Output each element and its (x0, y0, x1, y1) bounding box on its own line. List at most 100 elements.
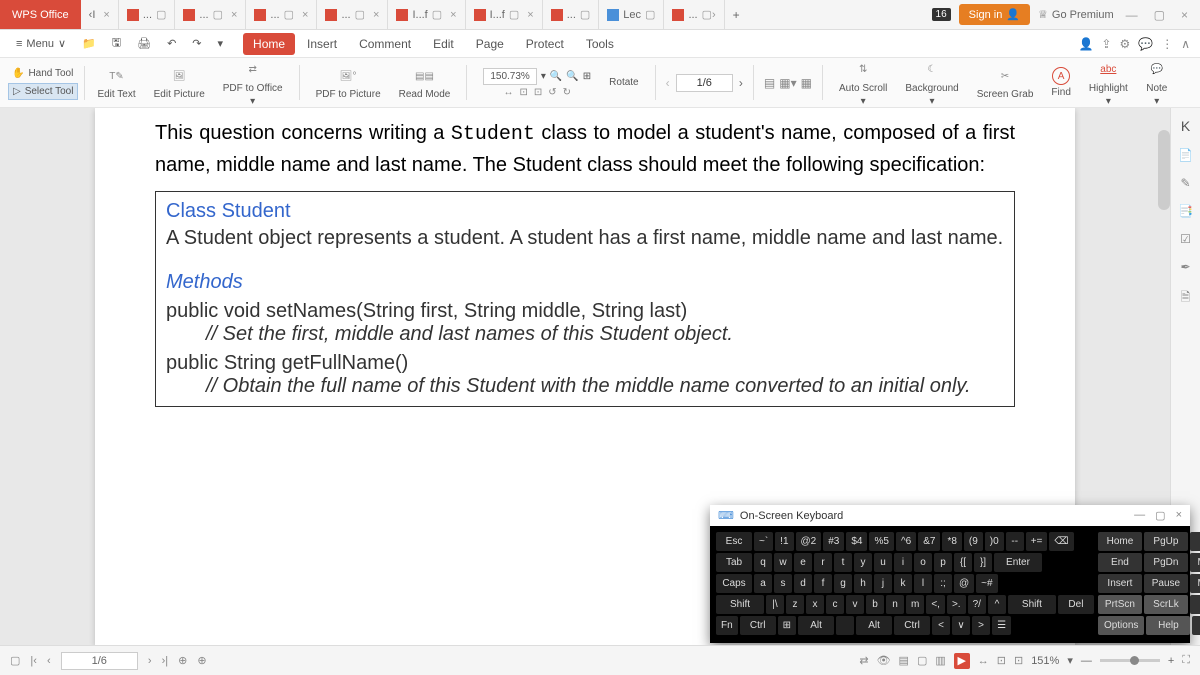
collapse-icon[interactable]: ∧ (1181, 37, 1190, 51)
auto-scroll-button[interactable]: ⇅Auto Scroll ▾ (833, 59, 893, 107)
key-d[interactable]: d (794, 574, 812, 593)
zoom-out-button[interactable]: — (1081, 655, 1092, 667)
tab-tools[interactable]: Tools (576, 33, 624, 55)
rail-icon[interactable]: 📄 (1178, 148, 1193, 162)
key-end[interactable]: End (1098, 553, 1142, 572)
key-fade[interactable]: Fade (1192, 616, 1200, 635)
key-@2[interactable]: @2 (796, 532, 822, 551)
key-⌫[interactable]: ⌫ (1049, 532, 1073, 551)
play-button[interactable]: ▶ (954, 653, 970, 669)
fit-icon[interactable]: ⊞ (583, 71, 591, 82)
nav-icon[interactable]: ⊕ (178, 654, 187, 667)
rotate-left-icon[interactable]: ↺ (548, 87, 556, 98)
note-button[interactable]: 💬Note ▾ (1140, 59, 1174, 107)
doc-tab[interactable]: I...f▢× (466, 0, 543, 29)
key-a[interactable]: a (754, 574, 772, 593)
app-logo[interactable]: WPS Office (0, 0, 81, 29)
key-$4[interactable]: $4 (846, 532, 867, 551)
key->.[interactable]: >. (947, 595, 966, 614)
key-s[interactable]: s (774, 574, 792, 593)
zoom-input[interactable]: 150.73% (483, 68, 536, 85)
next-page-icon[interactable]: › (148, 655, 152, 667)
more-icon[interactable]: ⋮ (1161, 37, 1173, 51)
open-icon[interactable]: 📁 (76, 37, 102, 50)
key-insert[interactable]: Insert (1098, 574, 1142, 593)
key-Shift[interactable]: Shift (1008, 595, 1056, 614)
key-g[interactable]: g (834, 574, 852, 593)
maximize-icon[interactable]: ▢ (1150, 8, 1169, 22)
key->[interactable]: > (972, 616, 990, 635)
undo-icon[interactable]: ↶ (161, 37, 182, 50)
tab-comment[interactable]: Comment (349, 33, 421, 55)
key-Esc[interactable]: Esc (716, 532, 752, 551)
close-icon[interactable]: × (527, 9, 533, 21)
on-screen-keyboard[interactable]: ⌨ On-Screen Keyboard —▢× Esc~`!1@2#3$4%5… (710, 505, 1190, 643)
rail-icon[interactable]: ✒ (1180, 260, 1190, 274)
key-z[interactable]: z (786, 595, 804, 614)
fit-width-icon[interactable]: ↔ (503, 87, 513, 98)
share-icon[interactable]: 👤 (1078, 37, 1093, 51)
premium-button[interactable]: ♕Go Premium (1038, 8, 1114, 21)
osk-titlebar[interactable]: ⌨ On-Screen Keyboard —▢× (710, 505, 1190, 526)
doc-tab[interactable]: Lec▢ (599, 0, 664, 29)
print-icon[interactable]: 🖨 (131, 37, 157, 50)
key-f[interactable]: f (814, 574, 832, 593)
new-tab-button[interactable]: + (725, 8, 748, 22)
notif-badge[interactable]: 16 (932, 8, 951, 21)
key-∨[interactable]: ∨ (952, 616, 970, 635)
key-options[interactable]: Options (1098, 616, 1144, 635)
save-icon[interactable]: 🖫 (106, 34, 127, 53)
key-^6[interactable]: ^6 (896, 532, 916, 551)
sb-icon[interactable]: ↔ (978, 655, 989, 667)
redo-icon[interactable]: ↷ (186, 37, 207, 50)
key-m[interactable]: m (906, 595, 924, 614)
key-l[interactable]: l (914, 574, 932, 593)
key-c[interactable]: c (826, 595, 844, 614)
doc-tab[interactable]: ...▢ (119, 0, 176, 29)
key-j[interactable]: j (874, 574, 892, 593)
key-<,[interactable]: <, (926, 595, 945, 614)
key-o[interactable]: o (914, 553, 932, 572)
key-}][interactable]: }] (974, 553, 992, 572)
key-k[interactable]: k (894, 574, 912, 593)
sb-icon[interactable]: ▢ (917, 654, 927, 667)
highlight-button[interactable]: abcHighlight ▾ (1083, 59, 1134, 107)
rail-icon[interactable]: ✎ (1180, 176, 1190, 190)
find-button[interactable]: AFind (1045, 67, 1076, 98)
view-icon[interactable]: ▤ (764, 76, 775, 90)
sb-icon[interactable]: 👁 (877, 654, 891, 667)
close-icon[interactable]: × (373, 9, 379, 21)
pdf-to-office-button[interactable]: ⇄PDF to Office ▾ (217, 59, 289, 107)
next-page-icon[interactable]: › (739, 76, 743, 90)
key-^[interactable]: ^ (988, 595, 1006, 614)
zoom-in-button[interactable]: + (1168, 655, 1174, 667)
edit-text-button[interactable]: T✎Edit Text (91, 65, 141, 100)
key-r[interactable]: r (814, 553, 832, 572)
signin-button[interactable]: Sign in👤 (959, 4, 1030, 25)
first-page-icon[interactable]: |‹ (30, 655, 37, 667)
doc-tab[interactable]: ...▢× (317, 0, 388, 29)
maximize-icon[interactable]: ▢ (1155, 509, 1165, 522)
doc-tab[interactable]: ...▢× (175, 0, 246, 29)
key-prtscn[interactable]: PrtScn (1098, 595, 1142, 614)
prev-page-icon[interactable]: ‹ (47, 655, 51, 667)
nav-icon[interactable]: ▢ (10, 654, 20, 667)
key-mv dn[interactable]: Mv Dn (1190, 574, 1200, 593)
key-Tab[interactable]: Tab (716, 553, 752, 572)
sb-icon[interactable]: ▤ (899, 654, 909, 667)
key-?/[interactable]: ?/ (968, 595, 986, 614)
sb-icon[interactable]: ⊡ (1014, 654, 1023, 667)
key-Del[interactable]: Del (1058, 595, 1094, 614)
key-pause[interactable]: Pause (1144, 574, 1188, 593)
key-v[interactable]: v (846, 595, 864, 614)
close-icon[interactable]: × (103, 9, 109, 21)
upload-icon[interactable]: ⇪ (1101, 37, 1111, 51)
close-icon[interactable]: × (450, 9, 456, 21)
key-+=[interactable]: += (1026, 532, 1048, 551)
key-<[interactable]: < (932, 616, 950, 635)
key-help[interactable]: Help (1146, 616, 1190, 635)
key-)0[interactable]: )0 (985, 532, 1004, 551)
rail-icon[interactable]: 🗎 (1181, 288, 1191, 309)
tab-protect[interactable]: Protect (516, 33, 574, 55)
key-!1[interactable]: !1 (775, 532, 793, 551)
